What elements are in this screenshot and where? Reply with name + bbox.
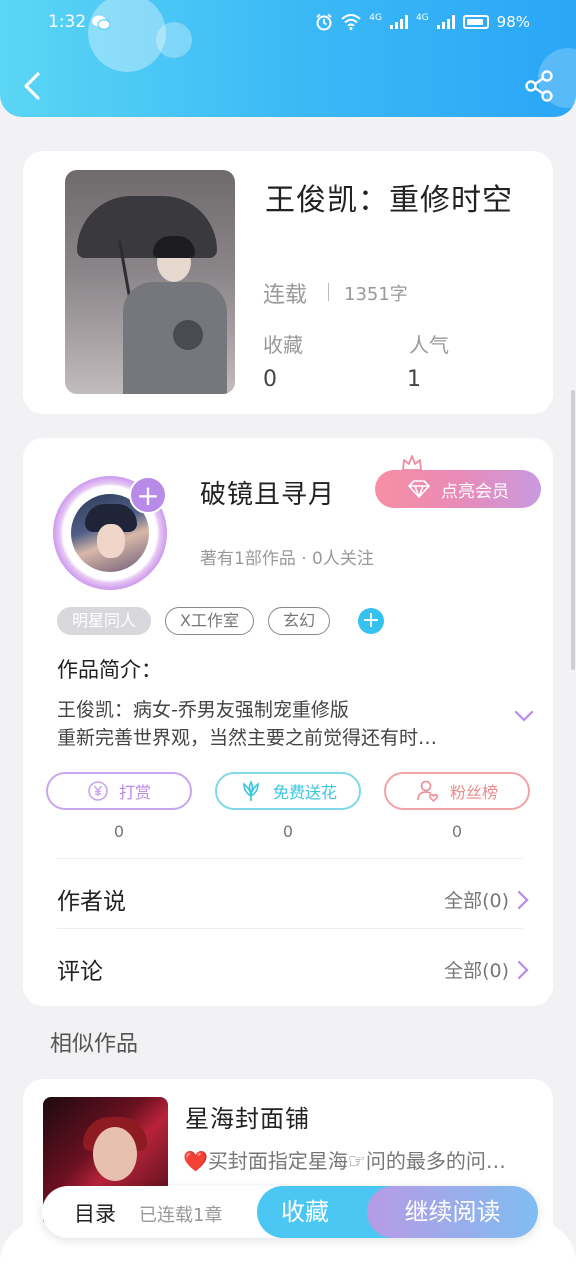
follow-button[interactable]: +	[129, 476, 167, 514]
intro-title: 作品简介：	[57, 658, 162, 682]
send-flower-button[interactable]: 免费送花	[215, 772, 361, 810]
book-status: 连载	[263, 283, 308, 308]
book-title: 王俊凯：重修时空	[265, 183, 513, 218]
status-time: 1:32	[48, 12, 87, 32]
network-label: 4G	[415, 13, 429, 23]
vip-button[interactable]: 点亮会员	[375, 470, 541, 508]
favorites-label: 收藏	[263, 333, 303, 357]
similar-section-title: 相似作品	[50, 1032, 139, 1057]
yen-icon	[88, 781, 108, 801]
chapter-count: 已连载1章	[139, 1205, 223, 1226]
tag-list: 明星同人 X工作室 玄幻 +	[57, 607, 384, 635]
alarm-icon	[316, 13, 332, 31]
tag[interactable]: X工作室	[165, 607, 254, 635]
bottom-bar: 目录 已连载1章 收藏 继续阅读	[42, 1186, 538, 1238]
reward-label: 打赏	[118, 783, 151, 802]
tag[interactable]: 明星同人	[57, 607, 152, 635]
fan-rank-button[interactable]: 粉丝榜	[384, 772, 530, 810]
battery-level: 98%	[496, 13, 530, 31]
comments-count: 全部(0)	[444, 960, 509, 982]
divider	[57, 858, 523, 859]
vip-button-label: 点亮会员	[441, 481, 509, 502]
battery-icon	[462, 15, 489, 29]
chevron-right-icon	[517, 960, 529, 979]
book-info-card: 王俊凯：重修时空 连载 1351字 收藏 0 人气 1	[23, 151, 553, 414]
author-says-count: 全部(0)	[444, 890, 509, 912]
header: 1:32 4G 4G 98%	[0, 0, 576, 117]
author-says-label[interactable]: 作者说	[57, 882, 126, 916]
user-heart-icon	[417, 780, 439, 803]
similar-desc: ❤️买封面指定星海☞问的最多的问…	[183, 1149, 506, 1173]
chevron-down-icon[interactable]	[513, 708, 535, 724]
share-icon[interactable]	[524, 70, 554, 102]
continue-reading-button[interactable]: 继续阅读	[367, 1186, 538, 1238]
intro-text[interactable]: 王俊凯：病女-乔男友强制宠重修版 重新完善世界观，当然主要之前觉得还有时…	[57, 696, 497, 752]
fan-count: 0	[451, 822, 463, 841]
reward-count: 0	[113, 822, 125, 841]
chevron-right-icon	[517, 890, 529, 909]
author-meta: 著有1部作品 · 0人关注	[200, 549, 374, 569]
similar-title: 星海封面铺	[185, 1105, 310, 1133]
reward-button[interactable]: 打赏	[46, 772, 192, 810]
add-tag-button[interactable]: +	[358, 608, 384, 634]
wechat-icon	[92, 15, 111, 30]
intro-line: 重新完善世界观，当然主要之前觉得还有时…	[57, 727, 438, 749]
author-card: + 破镜且寻月 点亮会员 著有1部作品 · 0人关注 明星同人 X工作室 玄幻 …	[23, 438, 553, 1006]
send-flower-label: 免费送花	[272, 783, 337, 802]
scrollbar[interactable]	[571, 390, 575, 670]
signal-icon	[436, 15, 455, 29]
author-name[interactable]: 破镜且寻月	[200, 474, 335, 511]
favorites-value: 0	[263, 367, 277, 392]
diamond-icon	[408, 480, 430, 498]
popularity-value: 1	[407, 367, 421, 392]
signal-icon	[389, 15, 408, 29]
intro-line: 王俊凯：病女-乔男友强制宠重修版	[57, 699, 349, 721]
back-arrow-icon[interactable]	[18, 68, 48, 104]
author-says-all[interactable]: 全部(0)	[444, 886, 529, 913]
book-cover[interactable]	[65, 170, 235, 394]
network-label: 4G	[369, 13, 382, 23]
popularity-label: 人气	[409, 333, 449, 357]
toc-button[interactable]: 目录	[74, 1198, 116, 1228]
flower-icon	[243, 780, 259, 801]
divider	[57, 928, 523, 929]
word-count: 1351字	[344, 284, 408, 305]
comments-label[interactable]: 评论	[57, 952, 103, 986]
divider	[328, 283, 329, 301]
wifi-icon	[341, 14, 361, 30]
author-avatar[interactable]: +	[49, 470, 173, 594]
fan-rank-label: 粉丝榜	[449, 783, 498, 802]
tag[interactable]: 玄幻	[267, 607, 330, 635]
flower-count: 0	[282, 822, 294, 841]
status-bar: 1:32 4G 4G 98%	[0, 0, 576, 44]
comments-all[interactable]: 全部(0)	[444, 956, 529, 983]
